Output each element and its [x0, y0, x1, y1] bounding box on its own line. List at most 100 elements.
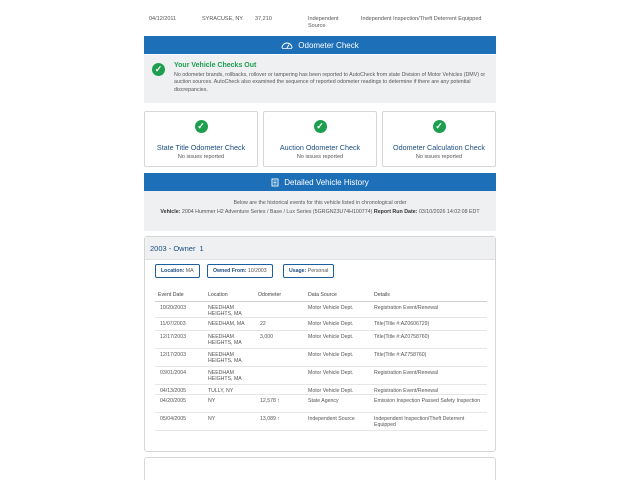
cell-date: 03/01/2004 [160, 370, 186, 376]
auction-odometer-card: ✓ Auction Odometer Check No issues repor… [263, 111, 377, 167]
cell-source: Motor Vehicle Dept. [308, 305, 354, 311]
card-title: State Title Odometer Check [156, 143, 246, 152]
cell-details: Registration Event/Renewal [374, 370, 439, 376]
cell-source: Motor Vehicle Dept. [308, 388, 354, 394]
odometer-check-title: Odometer Check [298, 40, 359, 50]
pill-value: 10/2003 [247, 268, 267, 274]
cell-source: State Agency [308, 398, 339, 404]
card-status: No issues reported [415, 154, 463, 160]
cell-odometer: 12,578 ↑ [260, 398, 280, 404]
history-title: Detailed Vehicle History [284, 177, 369, 187]
table-row: 04/20/2005 NY 12,578 ↑ State Agency Emission… [155, 395, 487, 413]
col-event-date: Event Date [158, 292, 184, 298]
cell-location: NEEDHAM HEIGHTS, MA [208, 352, 242, 365]
cell-location: NEEDHAM, MA [208, 321, 245, 327]
event-date: 04/12/2011 [149, 16, 177, 22]
vehicle-label: Vehicle: [160, 209, 181, 215]
cell-date: 04/13/2005 [160, 388, 186, 394]
cell-location: NY [208, 398, 216, 404]
table-row: 12/17/2003 NEEDHAM HEIGHTS, MA 3,000 Motor … [155, 331, 487, 349]
owner-header[interactable]: 2003 - Owner 1 [145, 237, 495, 260]
cell-odometer: 22 [260, 321, 266, 327]
card-status: No issues reported [177, 154, 225, 160]
cell-details: Title(Title #:AZ0606729) [374, 321, 430, 327]
cell-source: Motor Vehicle Dept. [308, 370, 354, 376]
table-header: Event Date Location Odometer Data Source… [155, 289, 487, 302]
check-icon: ✓ [313, 120, 327, 133]
vehicle-value: 2004 Hummer H2 Adventure Series / Base /… [181, 209, 373, 215]
cell-details: Emission Inspection Passed Safety Inspec… [374, 398, 481, 404]
owner-title: 2003 - Owner [150, 244, 196, 253]
event-source: Independent Source [308, 16, 339, 29]
summary-text: No odometer brands, rollbacks, rollover … [174, 72, 486, 93]
col-odometer: Odometer [258, 292, 282, 298]
table-row: 04/13/2005 TULLY, NY Motor Vehicle Dept. Re… [155, 385, 487, 395]
cell-location: TULLY, NY [208, 388, 234, 394]
run-date-value: 03/10/2026 14:02:08 EDT [418, 209, 480, 215]
vehicle-info: Vehicle: 2004 Hummer H2 Adventure Series… [144, 209, 496, 215]
history-header: Detailed Vehicle History [144, 173, 496, 191]
check-icon: ✓ [432, 120, 446, 133]
check-icon: ✓ [152, 63, 165, 76]
odometer-summary: ✓ Your Vehicle Checks Out No odometer br… [144, 55, 496, 103]
event-odometer: 37,210 [255, 16, 272, 22]
owner-section: 2003 - Owner 1 Location: MA Owned From: 1… [144, 236, 496, 452]
pill-value: MA [185, 268, 194, 274]
table-row: 05/04/2005 NY 13,089 ↑ Independent Source In… [155, 413, 487, 431]
cell-location: NEEDHAM HEIGHTS, MA [208, 305, 242, 318]
state-title-odometer-card: ✓ State Title Odometer Check No issues r… [144, 111, 258, 167]
owner-number: 1 [199, 244, 204, 253]
cell-odometer: 3,000 [260, 334, 273, 340]
cell-source: Motor Vehicle Dept. [308, 334, 354, 340]
card-title: Auction Odometer Check [279, 143, 361, 152]
pill-label: Usage: [289, 268, 307, 274]
history-intro-text: Below are the historical events for this… [233, 200, 407, 206]
col-data-source: Data Source [308, 292, 337, 298]
table-row: 12/17/2003 NEEDHAM HEIGHTS, MA Motor Vehic… [155, 349, 487, 367]
col-location: Location [208, 292, 228, 298]
table-body: 10/20/2003 NEEDHAM HEIGHTS, MA Motor Vehic… [155, 302, 487, 431]
history-table: Event Date Location Odometer Data Source… [155, 289, 487, 431]
pill-label: Location: [161, 268, 185, 274]
pill-value: Personal [307, 268, 329, 274]
event-details: Independent Inspection/Theft Deterrent E… [361, 16, 482, 22]
cell-date: 11/07/2003 [160, 321, 186, 327]
usage-pill: Usage: Personal [283, 264, 335, 278]
cell-location: NY [208, 416, 216, 422]
cell-details: Title(Title #:AZ0758760) [374, 334, 430, 340]
cell-details: Registration Event/Renewal [374, 305, 439, 311]
cell-date: 12/17/2003 [160, 352, 186, 358]
next-owner-section [144, 457, 496, 480]
summary-title: Your Vehicle Checks Out [174, 62, 257, 69]
odometer-calculation-card: ✓ Odometer Calculation Check No issues r… [382, 111, 496, 167]
cell-date: 04/20/2005 [160, 398, 186, 404]
pill-label: Owned From: [213, 268, 247, 274]
card-title: Odometer Calculation Check [393, 143, 485, 152]
table-row: 10/20/2003 NEEDHAM HEIGHTS, MA Motor Vehic… [155, 302, 487, 318]
history-intro: Below are the historical events for this… [144, 191, 496, 231]
odometer-check-header: Odometer Check [144, 36, 496, 54]
cell-source: Motor Vehicle Dept. [308, 321, 354, 327]
cell-location: NEEDHAM HEIGHTS, MA [208, 334, 242, 347]
owned-from-pill: Owned From: 10/2003 [207, 264, 273, 278]
document-icon [271, 178, 279, 186]
cell-details: Title(Title #:AZ758760) [374, 352, 427, 358]
card-status: No issues reported [296, 154, 344, 160]
previous-history-row: 04/12/2011 SYRACUSE, NY 37,210 Independe… [144, 14, 496, 38]
cell-details: Registration Event/Renewal [374, 388, 439, 394]
run-date-label: Report Run Date: [373, 209, 418, 215]
col-details: Details [374, 292, 390, 298]
location-pill: Location: MA [155, 264, 200, 278]
cell-date: 12/17/2003 [160, 334, 186, 340]
table-row: 11/07/2003 NEEDHAM, MA 22 Motor Vehicle Dep… [155, 318, 487, 331]
cell-details: Independent Inspection/Theft Deterrent E… [374, 416, 465, 429]
cell-location: NEEDHAM HEIGHTS, MA [208, 370, 242, 383]
cell-source: Motor Vehicle Dept. [308, 352, 354, 358]
event-location: SYRACUSE, NY [202, 16, 243, 22]
speedometer-icon [281, 42, 293, 49]
cell-date: 05/04/2005 [160, 416, 186, 422]
cell-source: Independent Source [308, 416, 355, 422]
table-row: 03/01/2004 NEEDHAM HEIGHTS, MA Motor Vehic… [155, 367, 487, 385]
cell-date: 10/20/2003 [160, 305, 186, 311]
cell-odometer: 13,089 ↑ [260, 416, 280, 422]
